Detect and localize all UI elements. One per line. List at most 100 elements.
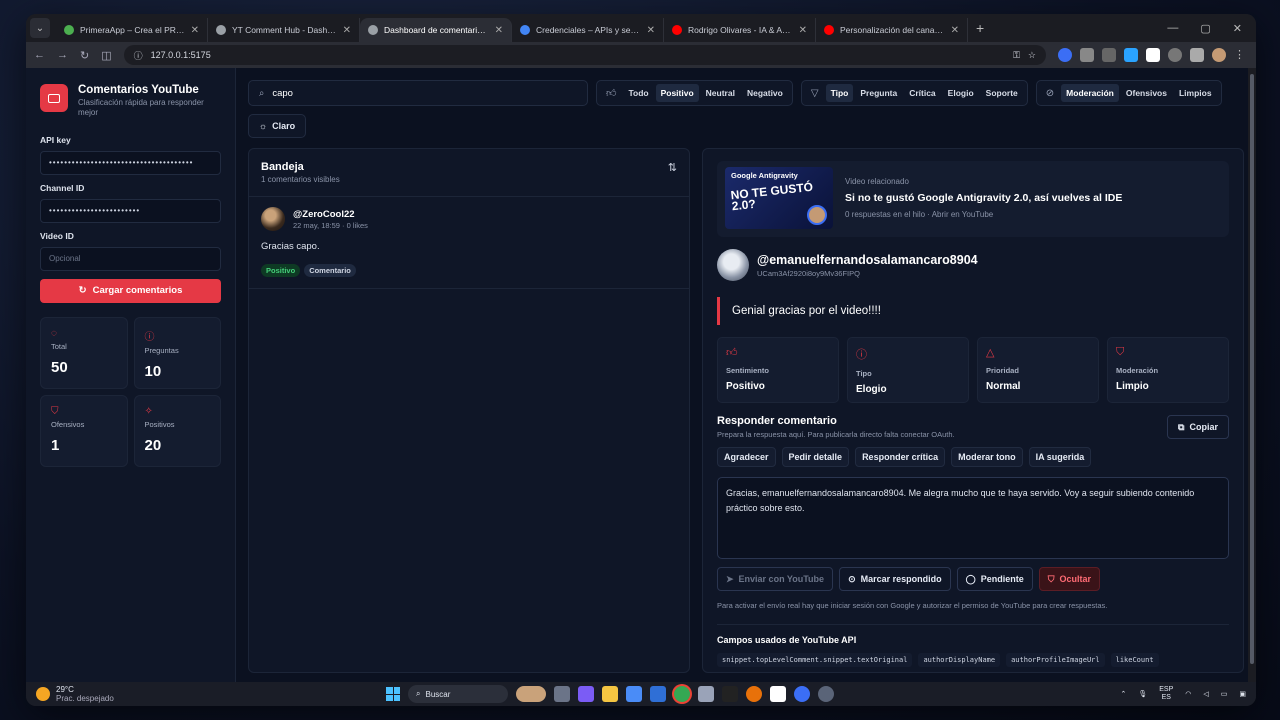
moderation-option[interactable]: Moderación xyxy=(1061,84,1119,102)
extension-icon[interactable] xyxy=(1058,48,1072,62)
bookmark-star-icon[interactable]: ☆ xyxy=(1028,50,1036,61)
battery-icon[interactable]: ▭ xyxy=(1221,690,1228,698)
api-key-input[interactable]: •••••••••••••••••••••••••••••••••••••• xyxy=(40,150,221,175)
stat-label: Total xyxy=(51,341,67,351)
reply-template-button[interactable]: Moderar tono xyxy=(951,447,1023,467)
store-icon[interactable] xyxy=(626,686,642,702)
volume-icon[interactable]: ◁ xyxy=(1203,690,1208,698)
wifi-icon[interactable]: ◠ xyxy=(1185,690,1191,698)
chevron-up-icon[interactable]: ⌃ xyxy=(1120,690,1126,698)
profile-avatar[interactable] xyxy=(1212,48,1226,62)
type-option[interactable]: Crítica xyxy=(904,84,940,102)
reply-template-button[interactable]: Agradecer xyxy=(717,447,776,467)
sort-icon[interactable]: ⇅ xyxy=(668,161,677,184)
file-explorer-icon[interactable] xyxy=(602,686,618,702)
channel-id-input[interactable]: •••••••••••••••••••••••• xyxy=(40,198,221,223)
app-icon[interactable] xyxy=(770,686,786,702)
extension-icon[interactable] xyxy=(1080,48,1094,62)
video-thumbnail[interactable]: Google Antigravity NO TE GUSTÓ 2.0? xyxy=(725,167,833,229)
split-view-icon[interactable]: ◫ xyxy=(101,49,111,62)
sentiment-option[interactable]: Neutral xyxy=(701,84,740,102)
type-option[interactable]: Elogio xyxy=(943,84,979,102)
widgets-icon[interactable] xyxy=(516,686,546,702)
microphone-icon[interactable]: 🎙︎ xyxy=(1138,690,1147,698)
browser-tab[interactable]: Dashboard de comentarios de ✕ xyxy=(360,18,512,42)
reply-textarea[interactable]: Gracias, emanuelfernandosalamancaro8904.… xyxy=(717,477,1229,559)
mark-answered-button[interactable]: ⊙ Marcar respondido xyxy=(839,567,951,591)
maximize-icon[interactable]: ▢ xyxy=(1200,22,1210,35)
puzzle-icon[interactable] xyxy=(1190,48,1204,62)
more-menu-icon[interactable]: ⋮ xyxy=(1234,48,1248,62)
close-window-icon[interactable]: ✕ xyxy=(1233,22,1242,35)
moderation-option[interactable]: Limpios xyxy=(1174,84,1217,102)
site-info-icon[interactable]: ⓘ xyxy=(134,49,143,62)
browser-tab[interactable]: Credenciales – APIs y servicios ✕ xyxy=(512,18,664,42)
reply-template-button[interactable]: IA sugerida xyxy=(1028,447,1092,467)
browser-tab[interactable]: Personalización del canal - You… ✕ xyxy=(816,18,968,42)
tab-close-icon[interactable]: ✕ xyxy=(799,25,807,36)
list-item[interactable]: @ZeroCool22 22 may, 18:59 · 0 likes Gracia… xyxy=(249,197,689,289)
browser-tab[interactable]: PrimeraApp – Crea el PRD y Pr… ✕ xyxy=(56,18,208,42)
language-indicator[interactable]: ESP ES xyxy=(1159,686,1173,701)
sentiment-option[interactable]: Negativo xyxy=(742,84,788,102)
send-youtube-button[interactable]: ➤ Enviar con YouTube xyxy=(717,567,834,591)
settings-gear-icon[interactable] xyxy=(818,686,834,702)
tab-close-icon[interactable]: ✕ xyxy=(951,25,959,36)
app-icon[interactable] xyxy=(698,686,714,702)
related-video-card[interactable]: Google Antigravity NO TE GUSTÓ 2.0? Vide… xyxy=(717,161,1229,237)
type-option[interactable]: Tipo xyxy=(825,84,854,102)
reload-icon[interactable]: ↻ xyxy=(80,49,89,62)
theme-toggle-button[interactable]: ☼ Claro xyxy=(248,114,306,138)
comment-list: @ZeroCool22 22 may, 18:59 · 0 likes Gracia… xyxy=(249,197,689,289)
extension-icon[interactable] xyxy=(1168,48,1182,62)
extension-icon[interactable] xyxy=(1102,48,1116,62)
chrome-icon[interactable] xyxy=(674,686,690,702)
app-icon[interactable] xyxy=(794,686,810,702)
notifications-icon[interactable]: ▣ xyxy=(1239,690,1246,698)
video-meta[interactable]: 0 respuestas en el hilo · Abrir en YouTu… xyxy=(845,210,1122,219)
reply-template-button[interactable]: Responder crítica xyxy=(855,447,946,467)
scrollbar-thumb[interactable] xyxy=(1250,74,1254,664)
search-input[interactable]: ⌕ capo xyxy=(248,80,588,106)
new-tab-icon[interactable]: + xyxy=(976,20,984,36)
back-icon[interactable]: ← xyxy=(34,49,45,61)
tab-close-icon[interactable]: ✕ xyxy=(343,25,351,36)
load-comments-button[interactable]: ↻ Cargar comentarios xyxy=(40,278,221,303)
url-field[interactable]: ⓘ 127.0.0.1:5175 ⚿ ☆ xyxy=(123,45,1046,65)
sentiment-option[interactable]: Todo xyxy=(623,84,653,102)
selected-comment-text: Genial gracias por el video!!!! xyxy=(717,297,1229,325)
app-icon[interactable] xyxy=(746,686,762,702)
tab-close-icon[interactable]: ✕ xyxy=(647,25,655,36)
extension-icon[interactable] xyxy=(1146,48,1160,62)
type-option[interactable]: Pregunta xyxy=(855,84,902,102)
type-option[interactable]: Soporte xyxy=(981,84,1023,102)
shield-icon: ⛉ xyxy=(51,405,59,417)
terminal-icon[interactable] xyxy=(722,686,738,702)
extension-icon[interactable] xyxy=(1124,48,1138,62)
page-scrollbar[interactable] xyxy=(1248,68,1256,682)
load-comments-label: Cargar comentarios xyxy=(92,285,183,297)
forward-icon[interactable]: → xyxy=(57,49,68,61)
app-icon[interactable] xyxy=(650,686,666,702)
browser-tab[interactable]: Rodrigo Olivares - IA & Apps W… ✕ xyxy=(664,18,816,42)
copilot-icon[interactable] xyxy=(578,686,594,702)
minimize-icon[interactable]: — xyxy=(1167,22,1178,35)
sentiment-option[interactable]: Positivo xyxy=(655,84,699,102)
pending-button[interactable]: ◯ Pendiente xyxy=(956,567,1033,591)
reply-template-button[interactable]: Pedir detalle xyxy=(781,447,850,467)
task-view-icon[interactable] xyxy=(554,686,570,702)
classification-card: △ Prioridad Normal xyxy=(977,337,1099,403)
windows-start-icon[interactable] xyxy=(386,687,400,701)
moderation-option[interactable]: Ofensivos xyxy=(1121,84,1172,102)
taskbar-search[interactable]: ⌕ Buscar xyxy=(408,685,508,703)
tab-search-icon[interactable]: ⌄ xyxy=(30,18,50,38)
hide-button[interactable]: ⛉ Ocultar xyxy=(1038,567,1101,591)
video-id-input[interactable]: Opcional xyxy=(40,246,221,271)
card-label: Tipo xyxy=(856,369,872,378)
weather-widget[interactable]: 29°C Prac. despejado xyxy=(36,685,114,703)
tab-close-icon[interactable]: ✕ xyxy=(495,25,503,36)
password-key-icon[interactable]: ⚿ xyxy=(1013,50,1020,61)
copy-button[interactable]: ⧉ Copiar xyxy=(1167,415,1229,439)
tab-close-icon[interactable]: ✕ xyxy=(191,25,199,36)
browser-tab[interactable]: YT Comment Hub - Dashboard ✕ xyxy=(208,18,360,42)
